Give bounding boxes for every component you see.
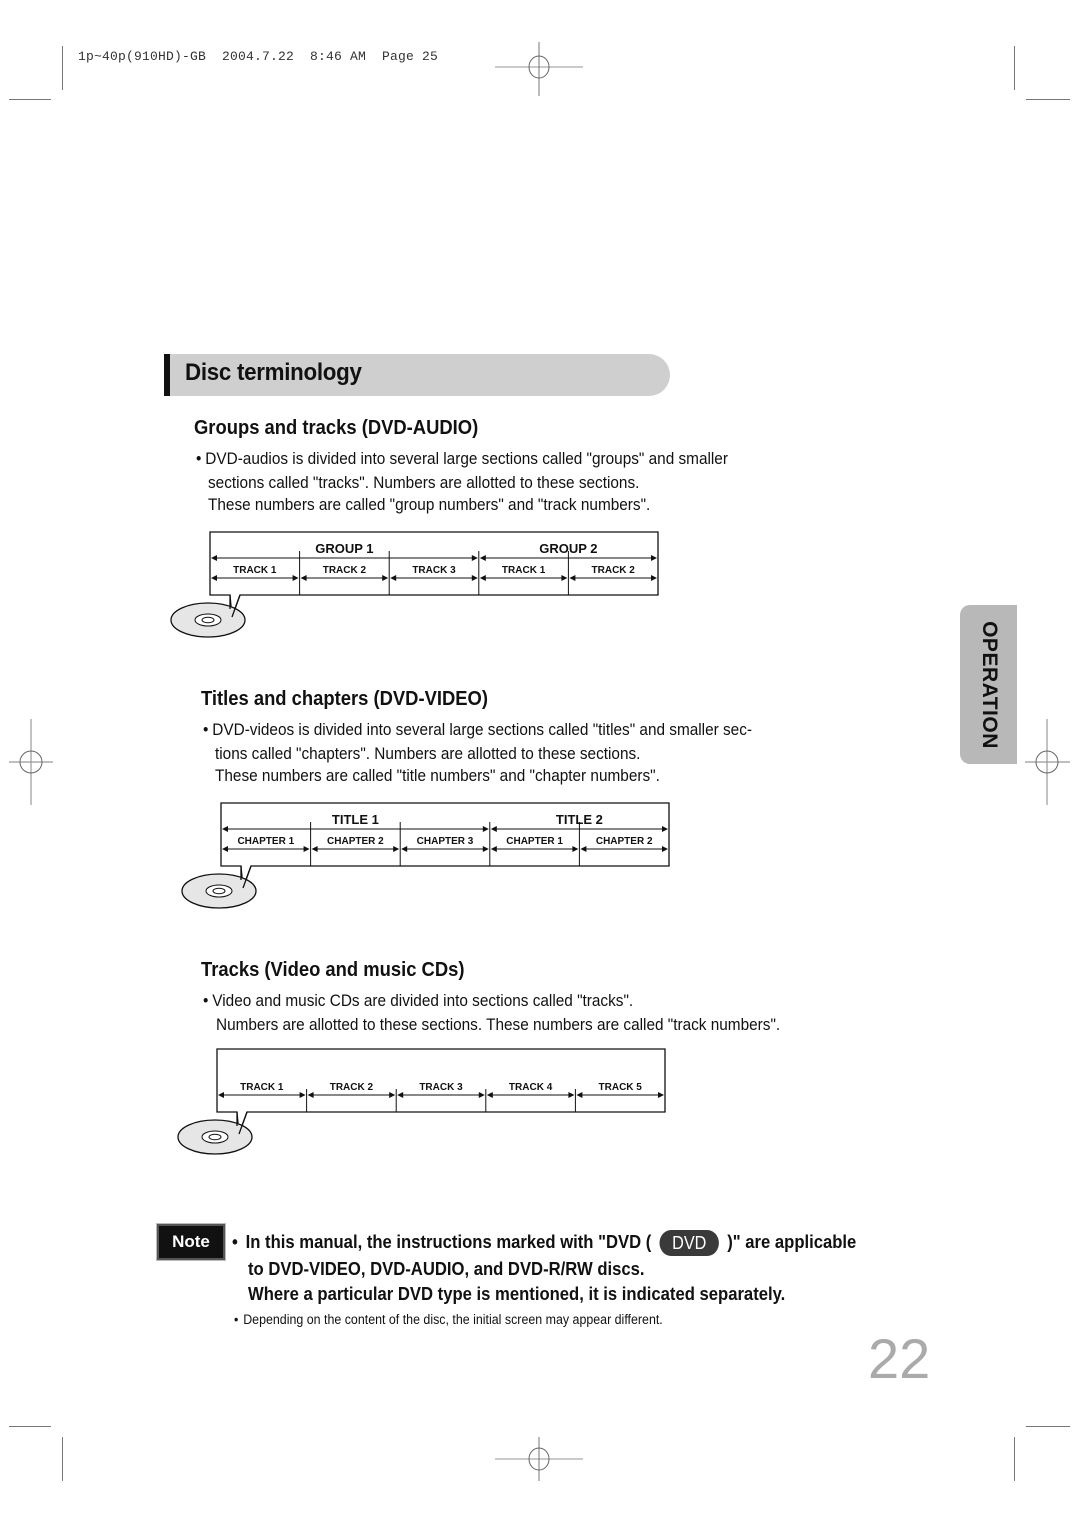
segment-label: CHAPTER 3 bbox=[417, 836, 474, 847]
crop-mark bbox=[1014, 46, 1015, 90]
banner-accent-bar bbox=[164, 354, 170, 396]
note-line-1: • In this manual, the instructions marke… bbox=[232, 1230, 856, 1256]
dvd-disc-icon: DVD bbox=[659, 1230, 719, 1256]
diagram-groups-tracks: TRACK 1 TRACK 2 TRACK 3 TRACK 1 TRACK 2 GROUP… bbox=[165, 528, 665, 645]
paragraph-text: Numbers are allotted to these sections. … bbox=[216, 1016, 781, 1034]
diagram-titles-chapters: CHAPTER 1 CHAPTER 2 CHAPTER 3 CHAPTER 1 CHAP… bbox=[176, 799, 676, 916]
print-header: 1p~40p(910HD)-GB 2004.7.22 8:46 AM Page … bbox=[78, 49, 439, 64]
disc-hole-icon bbox=[201, 616, 215, 624]
crop-mark bbox=[1026, 99, 1070, 100]
section-banner: Disc terminology bbox=[164, 354, 670, 396]
crop-mark bbox=[62, 46, 63, 90]
segment-label: TRACK 3 bbox=[419, 1082, 463, 1093]
segment-label: TRACK 1 bbox=[502, 565, 546, 576]
segment-label: CHAPTER 2 bbox=[327, 836, 384, 847]
segment-label: TRACK 3 bbox=[412, 565, 456, 576]
bullet-icon: • bbox=[234, 1312, 239, 1327]
crop-mark bbox=[9, 1426, 51, 1427]
paragraph-text: DVD-videos is divided into several large… bbox=[212, 721, 752, 739]
disc-hole-icon bbox=[208, 1133, 222, 1141]
note-text: In this manual, the instructions marked … bbox=[245, 1230, 652, 1252]
paragraph-line: • DVD-videos is divided into several larg… bbox=[203, 719, 752, 742]
crop-mark bbox=[1026, 1426, 1070, 1427]
group-label: GROUP 1 bbox=[315, 541, 373, 556]
segment-label: TRACK 2 bbox=[330, 1082, 374, 1093]
crop-mark bbox=[1014, 1437, 1015, 1481]
group-label: TITLE 2 bbox=[556, 812, 603, 827]
bullet-icon: • bbox=[232, 1230, 238, 1252]
note-badge: Note bbox=[157, 1224, 225, 1260]
paragraph-text: sections called "tracks". Numbers are al… bbox=[208, 474, 640, 492]
crop-mark bbox=[62, 1437, 63, 1481]
segment-label: CHAPTER 1 bbox=[237, 836, 294, 847]
segment-label: TRACK 2 bbox=[592, 565, 636, 576]
note-line-3: Where a particular DVD type is mentioned… bbox=[248, 1283, 786, 1304]
note-small-text: Depending on the content of the disc, th… bbox=[243, 1312, 663, 1327]
segment-label: TRACK 1 bbox=[240, 1082, 284, 1093]
diagram-tracks-cds: TRACK 1 TRACK 2 TRACK 3 TRACK 4 TRACK 5 bbox=[172, 1045, 672, 1162]
paragraph-text: These numbers are called "title numbers"… bbox=[215, 767, 660, 785]
bullet-icon: • bbox=[196, 450, 202, 468]
registration-mark-icon bbox=[495, 42, 583, 96]
note-line-2: to DVD-VIDEO, DVD-AUDIO, and DVD-R/RW di… bbox=[248, 1258, 645, 1279]
subheading-tracks-cds: Tracks (Video and music CDs) bbox=[201, 959, 465, 981]
chapter-tab-label: OPERATION bbox=[977, 620, 1001, 749]
subheading-groups-tracks: Groups and tracks (DVD-AUDIO) bbox=[194, 417, 479, 439]
segment-label: CHAPTER 1 bbox=[506, 836, 563, 847]
paragraph-text: Video and music CDs are divided into sec… bbox=[212, 992, 634, 1010]
note-small-line: • Depending on the content of the disc, t… bbox=[234, 1312, 663, 1327]
subheading-titles-chapters: Titles and chapters (DVD-VIDEO) bbox=[201, 688, 488, 710]
paragraph-line: • Video and music CDs are divided into se… bbox=[203, 990, 633, 1013]
registration-mark-icon bbox=[9, 719, 53, 805]
segment-label: TRACK 1 bbox=[233, 565, 277, 576]
group-label: GROUP 2 bbox=[539, 541, 597, 556]
group-label: TITLE 1 bbox=[332, 812, 379, 827]
paragraph-text: DVD-audios is divided into several large… bbox=[205, 450, 728, 468]
segment-label: TRACK 2 bbox=[323, 565, 367, 576]
page-number: 22 bbox=[868, 1327, 931, 1390]
paragraph-text: tions called "chapters". Numbers are all… bbox=[215, 745, 641, 763]
crop-mark bbox=[9, 99, 51, 100]
segment-label: TRACK 4 bbox=[509, 1082, 553, 1093]
bullet-icon: • bbox=[203, 721, 209, 739]
paragraph-line: • DVD-audios is divided into several larg… bbox=[196, 448, 728, 471]
section-title: Disc terminology bbox=[185, 359, 362, 386]
disc-hole-icon bbox=[212, 887, 226, 895]
paragraph-text: These numbers are called "group numbers"… bbox=[208, 496, 651, 514]
segment-label: TRACK 5 bbox=[599, 1082, 643, 1093]
note-text: )" are applicable bbox=[727, 1230, 857, 1252]
segment-label: CHAPTER 2 bbox=[596, 836, 653, 847]
chapter-tab-operation[interactable]: OPERATION bbox=[960, 605, 1017, 764]
registration-mark-icon bbox=[495, 1437, 583, 1481]
bullet-icon: • bbox=[203, 992, 209, 1010]
